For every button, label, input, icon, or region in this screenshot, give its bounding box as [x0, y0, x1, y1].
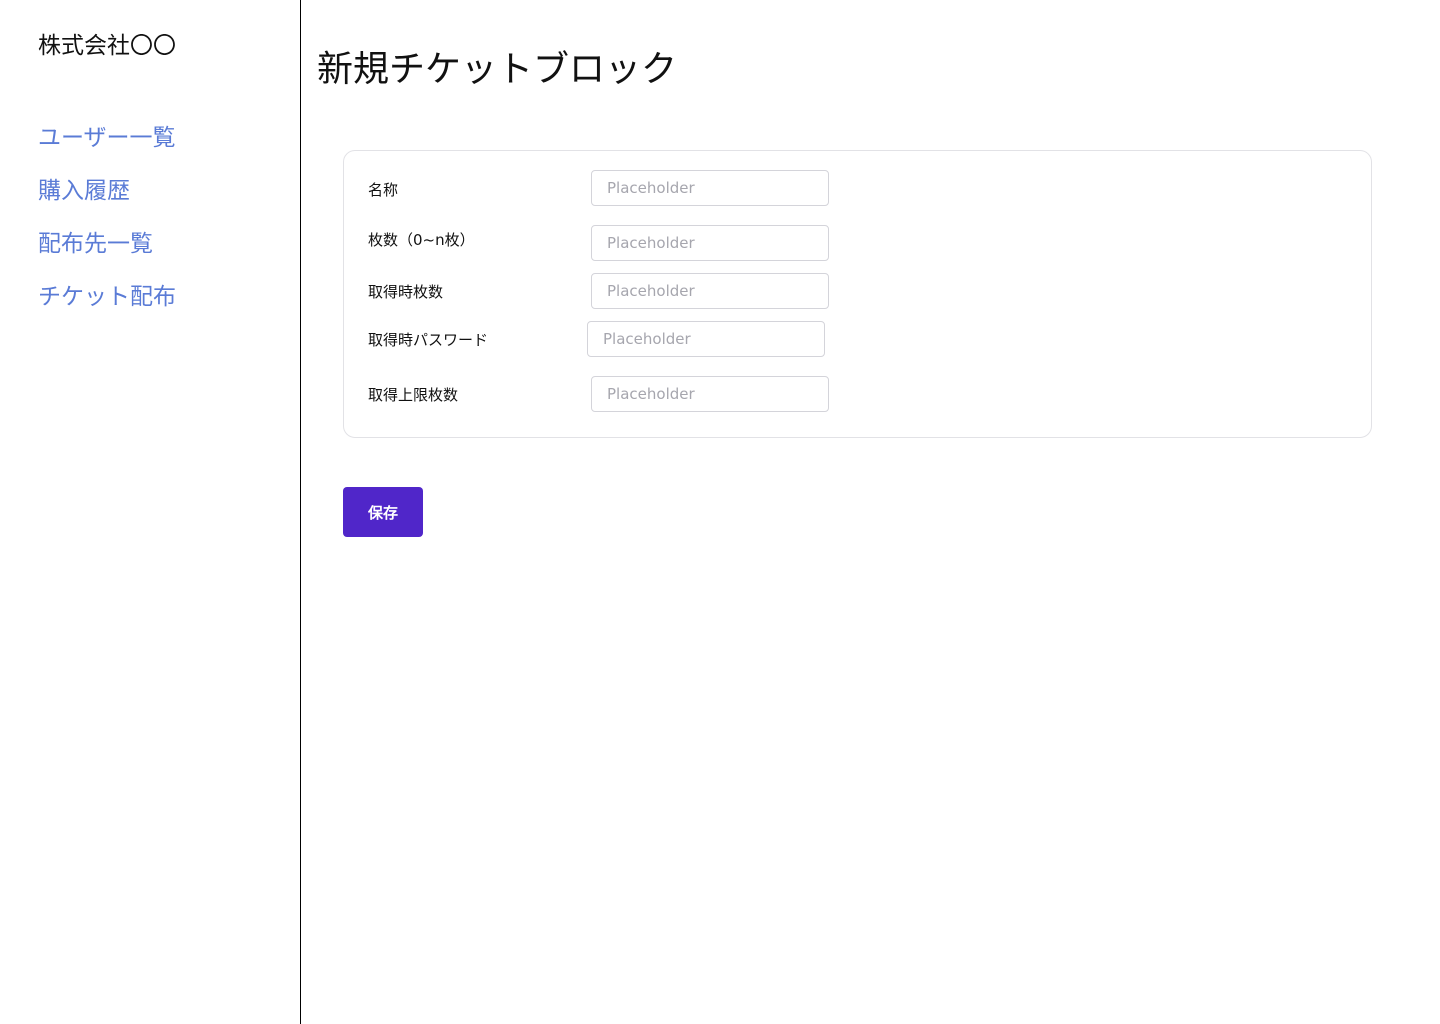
sidebar: 株式会社〇〇 ユーザー一覧 購入履歴 配布先一覧 チケット配布	[0, 0, 301, 1024]
acquire-count-input[interactable]	[591, 273, 829, 309]
acquire-limit-label: 取得上限枚数	[368, 386, 459, 404]
sidebar-item-distribution-list: 配布先一覧	[38, 227, 176, 280]
name-label: 名称	[368, 181, 399, 199]
sidebar-link-distribution-list[interactable]: 配布先一覧	[38, 231, 153, 257]
sidebar-link-purchase-history[interactable]: 購入履歴	[38, 178, 130, 204]
sidebar-nav: ユーザー一覧 購入履歴 配布先一覧 チケット配布	[38, 121, 176, 333]
sidebar-item-ticket-distribution: チケット配布	[38, 280, 176, 333]
acquire-count-label: 取得時枚数	[368, 283, 444, 301]
sidebar-link-users[interactable]: ユーザー一覧	[38, 125, 176, 151]
acquire-password-label: 取得時パスワード	[368, 331, 489, 349]
ticket-count-input[interactable]	[591, 225, 829, 261]
acquire-password-input[interactable]	[587, 321, 825, 357]
sidebar-item-purchase-history: 購入履歴	[38, 174, 176, 227]
form-card: 名称 枚数（0~n枚） 取得時枚数 取得時パスワード 取得上限枚数	[343, 150, 1372, 438]
save-button[interactable]: 保存	[343, 487, 423, 537]
sidebar-item-users: ユーザー一覧	[38, 121, 176, 174]
company-name: 株式会社〇〇	[38, 33, 176, 59]
name-input[interactable]	[591, 170, 829, 206]
sidebar-link-ticket-distribution[interactable]: チケット配布	[38, 284, 176, 310]
ticket-count-label: 枚数（0~n枚）	[368, 231, 475, 249]
page-title: 新規チケットブロック	[317, 49, 678, 90]
acquire-limit-input[interactable]	[591, 376, 829, 412]
